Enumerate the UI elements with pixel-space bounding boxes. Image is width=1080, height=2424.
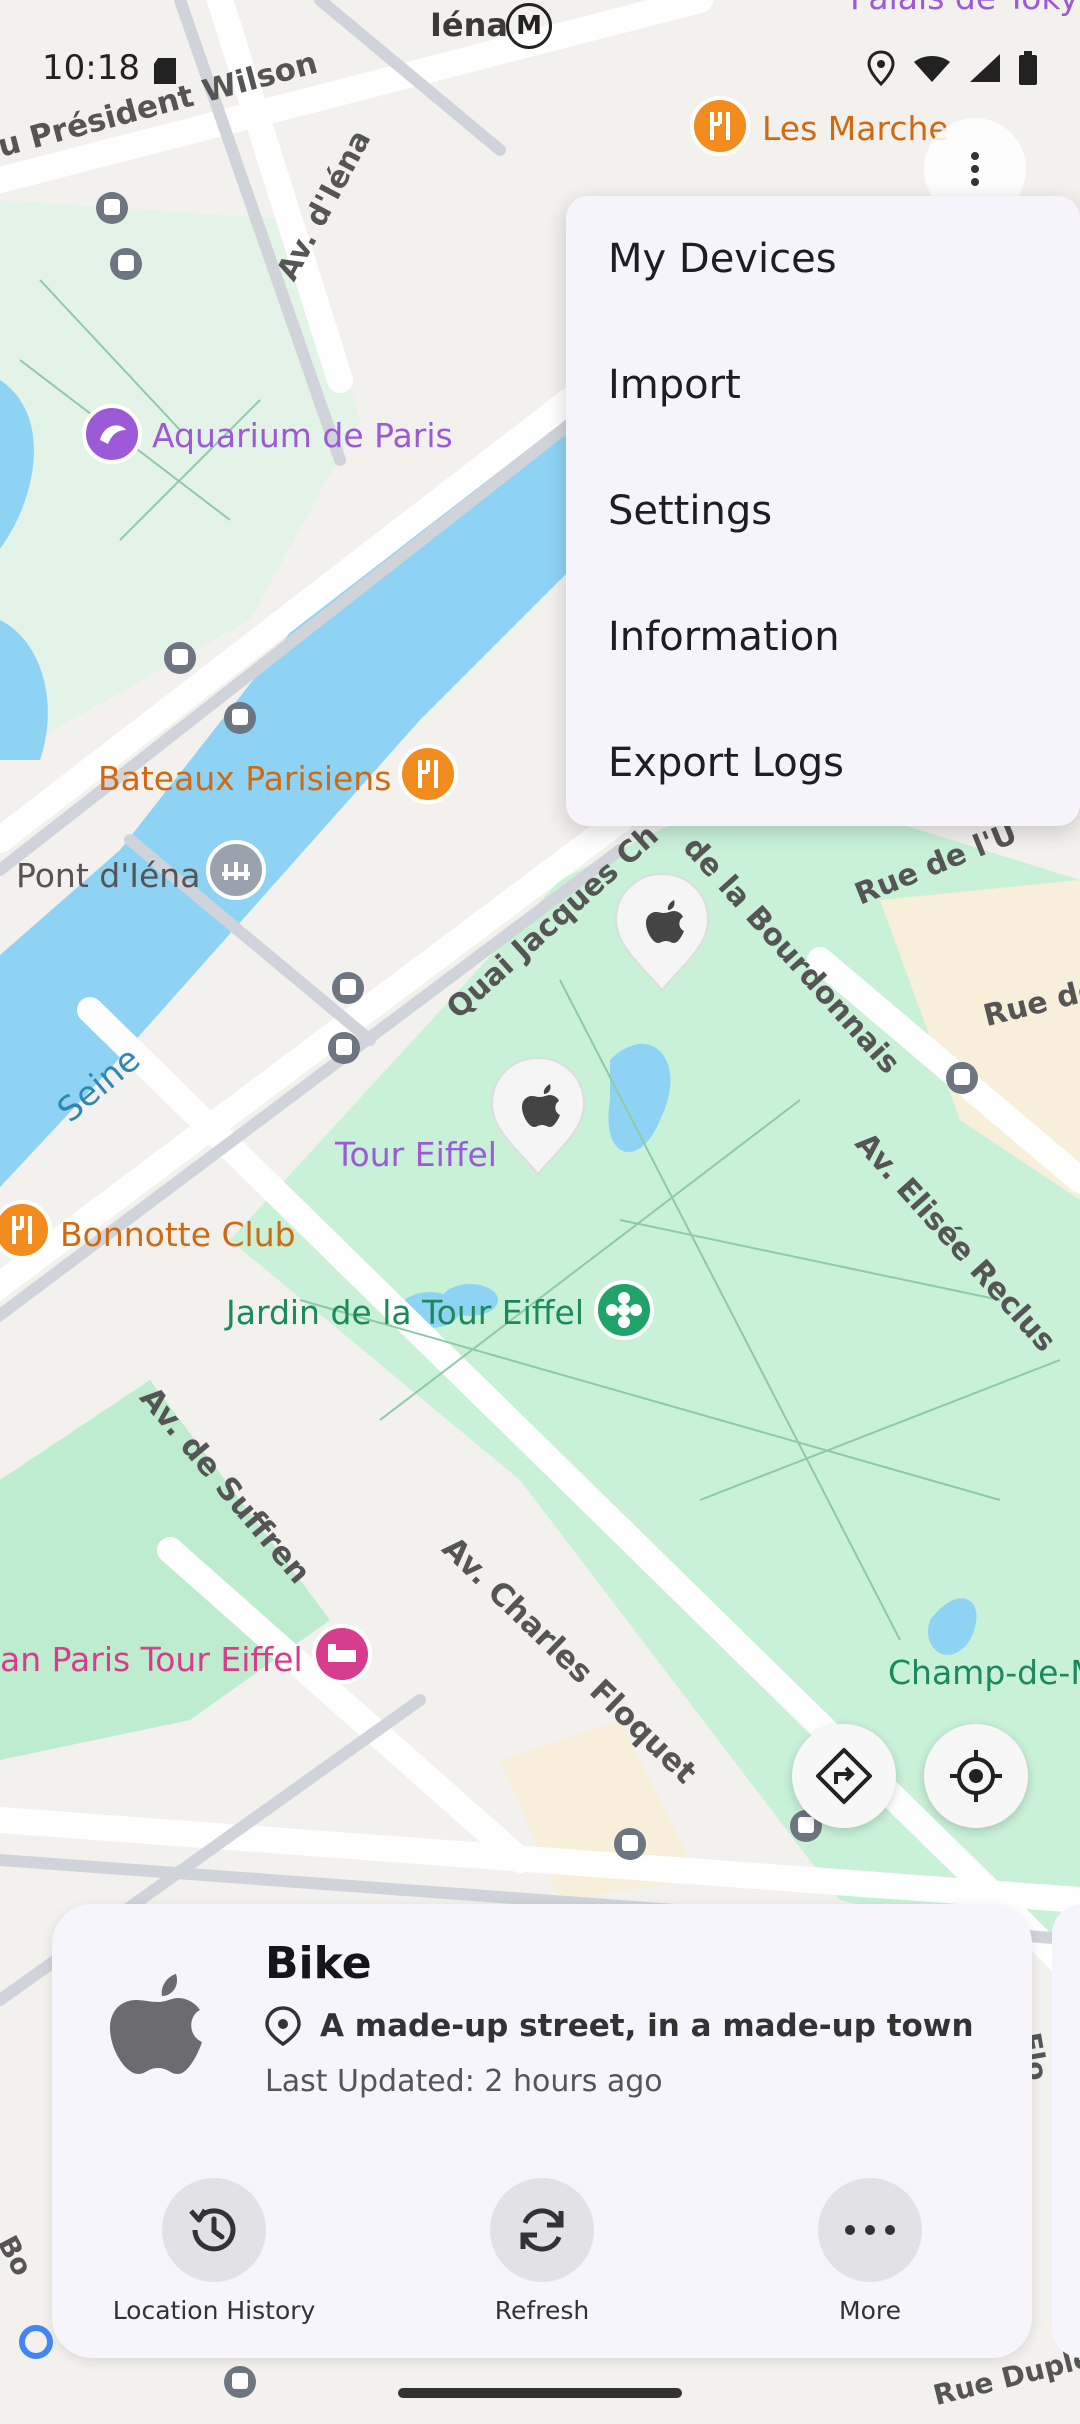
map-label: Tour Eiffel xyxy=(335,1135,497,1174)
google-logo-icon xyxy=(19,2325,53,2359)
apple-device-icon xyxy=(110,1974,202,2074)
bus-stop-icon[interactable] xyxy=(330,970,366,1006)
map-label: Bateaux Parisiens xyxy=(98,759,392,798)
map-label: Champ-de-M xyxy=(888,1653,1080,1692)
refresh-icon xyxy=(520,2208,564,2252)
bus-stop-icon[interactable] xyxy=(222,2364,258,2400)
location-pin-icon xyxy=(265,2006,301,2046)
map-label: Jardin de la Tour Eiffel xyxy=(226,1293,585,1332)
bridge-poi-icon[interactable] xyxy=(206,840,266,910)
device-card[interactable]: Bike A made-up street, in a made-up town… xyxy=(52,1904,1032,2358)
device-marker-apple-icon[interactable] xyxy=(612,870,712,994)
overflow-menu: My Devices Import Settings Information E… xyxy=(566,196,1080,826)
location-history-button[interactable]: Location History xyxy=(104,2178,324,2325)
hotel-poi-icon[interactable] xyxy=(312,1624,372,1694)
map-label: Bonnotte Club xyxy=(60,1215,296,1254)
wifi-icon xyxy=(914,56,950,82)
signal-icon xyxy=(970,54,1000,82)
my-location-button[interactable] xyxy=(924,1724,1028,1828)
more-actions-button[interactable]: More xyxy=(760,2178,980,2325)
my-location-icon xyxy=(950,1750,1002,1802)
location-history-label: Location History xyxy=(112,2296,316,2325)
menu-item-settings[interactable]: Settings xyxy=(566,448,1080,574)
status-icons xyxy=(866,50,1038,86)
menu-item-export-logs[interactable]: Export Logs xyxy=(566,700,1080,826)
bus-stop-icon[interactable] xyxy=(94,190,130,226)
menu-item-information[interactable]: Information xyxy=(566,574,1080,700)
bus-stop-icon[interactable] xyxy=(326,1030,362,1066)
more-vert-icon xyxy=(971,147,979,191)
restaurant-poi-icon[interactable] xyxy=(398,744,458,814)
device-last-updated: Last Updated: 2 hours ago xyxy=(265,2064,663,2099)
bus-stop-icon[interactable] xyxy=(222,700,258,736)
gesture-nav-handle[interactable] xyxy=(398,2388,682,2398)
map-label: Pont d'Iéna xyxy=(16,856,201,895)
more-label: More xyxy=(839,2296,901,2325)
location-status-icon xyxy=(867,50,895,86)
aquarium-poi-icon[interactable] xyxy=(82,404,142,474)
map-label: Aquarium de Paris xyxy=(152,416,453,455)
menu-item-my-devices[interactable]: My Devices xyxy=(566,196,1080,322)
device-name: Bike xyxy=(265,1938,372,1989)
restaurant-poi-icon[interactable] xyxy=(0,1200,52,1270)
next-device-card[interactable] xyxy=(1052,1904,1080,2358)
directions-button[interactable] xyxy=(792,1724,896,1828)
device-marker-apple-icon[interactable] xyxy=(488,1054,588,1178)
map-label: an Paris Tour Eiffel xyxy=(0,1640,303,1679)
refresh-button[interactable]: Refresh xyxy=(432,2178,652,2325)
status-bar: 10:18 xyxy=(0,0,1080,140)
directions-icon xyxy=(816,1748,872,1804)
refresh-label: Refresh xyxy=(494,2296,590,2325)
bus-stop-icon[interactable] xyxy=(108,246,144,282)
garden-poi-icon[interactable] xyxy=(594,1280,654,1350)
battery-icon xyxy=(1019,51,1037,85)
menu-item-import[interactable]: Import xyxy=(566,322,1080,448)
bus-stop-icon[interactable] xyxy=(162,640,198,676)
device-address: A made-up street, in a made-up town xyxy=(320,2008,974,2044)
bus-stop-icon[interactable] xyxy=(944,1060,980,1096)
bus-stop-icon[interactable] xyxy=(612,1826,648,1862)
sd-card-icon xyxy=(154,58,176,84)
more-horiz-icon xyxy=(845,2225,895,2235)
history-icon xyxy=(189,2208,236,2252)
status-time: 10:18 xyxy=(42,48,140,88)
